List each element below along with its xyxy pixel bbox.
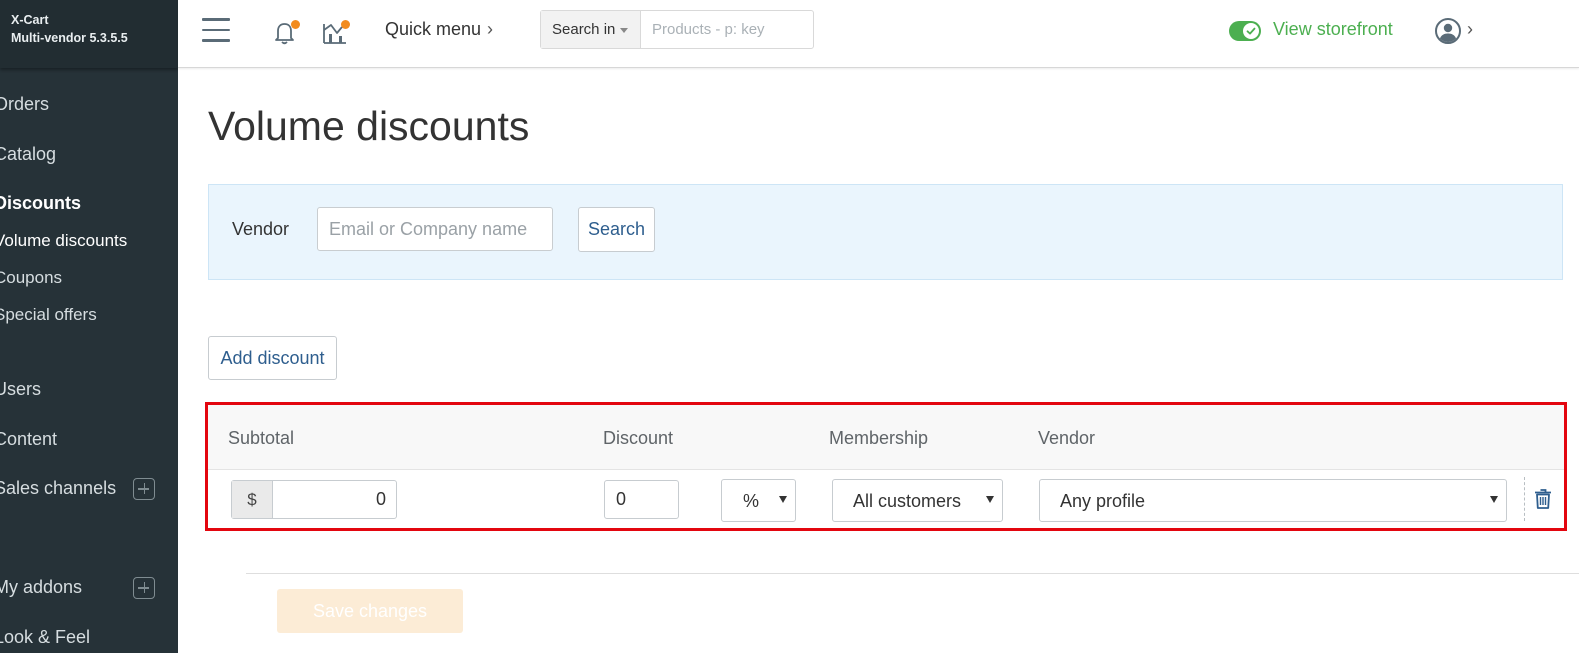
column-header-vendor: Vendor xyxy=(1038,428,1096,448)
sidebar-item-look-and-feel[interactable]: Look & Feel xyxy=(0,627,90,648)
volume-discounts-table: Subtotal Discount Membership Vendor $ % … xyxy=(205,402,1567,531)
search-input[interactable] xyxy=(642,11,812,48)
bell-icon[interactable] xyxy=(270,17,300,47)
sidebar-item-sales-channels[interactable]: Sales channels xyxy=(0,478,116,499)
discount-value-input[interactable] xyxy=(604,480,679,519)
quick-menu[interactable]: Quick menu › xyxy=(385,19,493,40)
header-search: Search in xyxy=(540,10,814,49)
discount-type-select[interactable]: % xyxy=(721,479,796,522)
vendor-search-button[interactable]: Search xyxy=(578,207,655,252)
bell-notification-dot xyxy=(291,20,300,29)
save-changes-button[interactable]: Save changes xyxy=(277,589,463,633)
table-header: Subtotal Discount Membership Vendor xyxy=(208,405,1564,470)
sidebar-item-content[interactable]: Content xyxy=(0,429,57,450)
delete-trash-icon[interactable] xyxy=(1534,488,1552,510)
currency-symbol: $ xyxy=(232,481,273,518)
dropdown-arrow-icon xyxy=(986,496,994,503)
vendor-value: Any profile xyxy=(1060,491,1146,511)
search-scope-label: Search in xyxy=(552,21,616,38)
membership-select[interactable]: All customers xyxy=(832,479,1003,522)
brand-block: X-Cart Multi-vendor 5.3.5.5 xyxy=(0,0,178,68)
discount-type-value: % xyxy=(743,491,760,511)
footer-divider xyxy=(246,573,1579,574)
column-header-discount: Discount xyxy=(603,428,674,448)
column-header-subtotal: Subtotal xyxy=(228,428,295,448)
my-addons-plus-icon[interactable] xyxy=(133,577,155,599)
sidebar: X-Cart Multi-vendor 5.3.5.5 Orders Catal… xyxy=(0,0,178,653)
sidebar-item-discounts[interactable]: Discounts xyxy=(0,193,81,214)
sidebar-subitem-coupons[interactable]: Coupons xyxy=(0,268,62,288)
top-header: Quick menu› Search in View storefront › xyxy=(178,0,1579,68)
sidebar-item-my-addons[interactable]: My addons xyxy=(0,577,82,598)
dropdown-arrow-icon xyxy=(779,496,787,503)
add-discount-button[interactable]: Add discount xyxy=(208,336,337,380)
user-avatar-icon[interactable] xyxy=(1435,18,1461,44)
table-row: $ % All customers Any profile xyxy=(208,471,1564,528)
sidebar-subitem-volume-discounts[interactable]: Volume discounts xyxy=(0,231,127,251)
sidebar-item-catalog[interactable]: Catalog xyxy=(0,144,56,165)
sales-channels-plus-icon[interactable] xyxy=(133,478,155,500)
vendor-search-field[interactable] xyxy=(317,207,553,251)
subtotal-field: $ xyxy=(231,480,397,519)
page-title: Volume discounts xyxy=(208,103,530,149)
sidebar-item-orders[interactable]: Orders xyxy=(0,94,49,115)
vendor-filter-label: Vendor xyxy=(232,219,290,239)
brand-name: X-Cart xyxy=(11,13,49,27)
activity-notification-dot xyxy=(341,20,350,29)
storefront-toggle[interactable] xyxy=(1229,21,1261,41)
activity-chart-icon[interactable] xyxy=(320,17,350,47)
subtotal-input[interactable] xyxy=(274,481,394,518)
view-storefront-link[interactable]: View storefront xyxy=(1273,19,1393,40)
column-header-membership: Membership xyxy=(829,428,929,448)
caret-down-icon xyxy=(620,27,629,33)
sidebar-item-users[interactable]: Users xyxy=(0,379,41,400)
check-icon xyxy=(1246,27,1256,35)
membership-value: All customers xyxy=(853,491,962,511)
hamburger-menu-icon[interactable] xyxy=(202,18,230,42)
vendor-select[interactable]: Any profile xyxy=(1039,479,1507,522)
vendor-filter-panel: Vendor Search xyxy=(208,184,1563,280)
search-scope-dropdown[interactable]: Search in xyxy=(541,11,641,48)
row-action-divider xyxy=(1524,477,1525,521)
sidebar-subitem-special-offers[interactable]: Special offers xyxy=(0,305,97,325)
user-menu-chevron-icon[interactable]: › xyxy=(1467,19,1473,40)
brand-edition: Multi-vendor 5.3.5.5 xyxy=(11,31,128,45)
quick-menu-label: Quick menu xyxy=(385,19,482,39)
toggle-knob xyxy=(1243,23,1259,39)
chevron-right-icon: › xyxy=(487,19,494,39)
dropdown-arrow-icon xyxy=(1490,496,1498,503)
